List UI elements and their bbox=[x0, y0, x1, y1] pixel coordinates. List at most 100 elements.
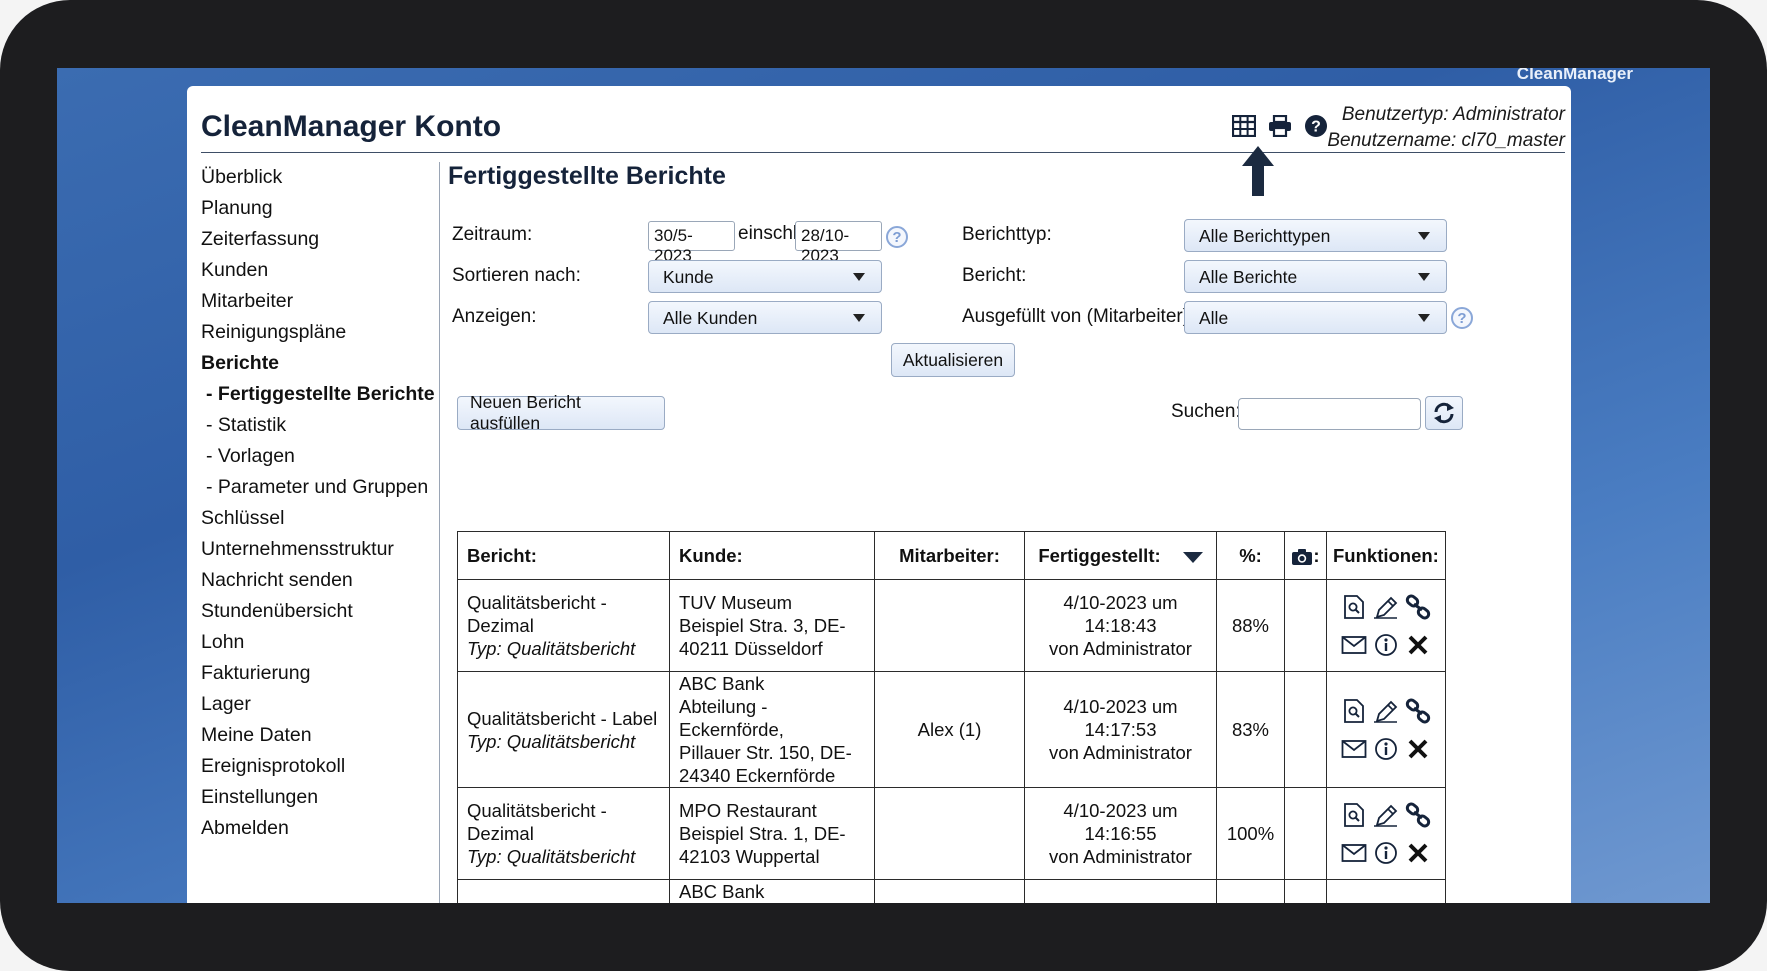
help-icon[interactable]: ? bbox=[1304, 114, 1328, 138]
filled-by-label: Ausgefüllt von (Mitarbeiter): bbox=[962, 306, 1195, 327]
refresh-icon bbox=[1434, 402, 1454, 424]
cell-functions bbox=[1326, 879, 1446, 903]
completed-date: 4/10-2023 um 14:16:55 bbox=[1063, 800, 1178, 844]
view-report-icon[interactable] bbox=[1338, 801, 1370, 829]
cell-completed: 4/10-2023 um 14:18:43 von Administrator bbox=[1024, 579, 1217, 672]
sidebar-item-reinigungsplaene[interactable]: Reinigungspläne bbox=[201, 317, 431, 348]
link-icon[interactable] bbox=[1402, 801, 1434, 829]
sidebar-item-lager[interactable]: Lager bbox=[201, 689, 431, 720]
link-icon[interactable] bbox=[1402, 593, 1434, 621]
col-header-photo[interactable]: : bbox=[1284, 531, 1327, 580]
table-row[interactable]: Qualitätsbericht - Label Typ: Qualitätsb… bbox=[457, 671, 1446, 788]
table-row[interactable]: Qualitätsbericht - Dezimal Typ: Qualität… bbox=[457, 579, 1446, 672]
table-row[interactable]: Qualitätsbericht - Label Typ: Qualitätsb… bbox=[457, 879, 1446, 903]
delete-icon[interactable] bbox=[1402, 735, 1434, 763]
sidebar-item-fertiggestellte-berichte[interactable]: - Fertiggestellte Berichte bbox=[201, 379, 435, 410]
sort-label: Sortieren nach: bbox=[452, 265, 581, 286]
chevron-down-icon bbox=[1418, 273, 1430, 281]
date-to-input[interactable]: 28/10-2023 bbox=[795, 221, 882, 265]
sidebar-item-ueberblick[interactable]: Überblick bbox=[201, 162, 431, 193]
sidebar-item-mitarbeiter[interactable]: Mitarbeiter bbox=[201, 286, 431, 317]
edit-pencil-icon[interactable] bbox=[1370, 593, 1402, 621]
app-title: CleanManager Konto bbox=[201, 110, 502, 143]
sidebar-item-statistik[interactable]: - Statistik bbox=[201, 410, 431, 441]
date-from-input[interactable]: 30/5-2023 bbox=[648, 221, 735, 265]
sidebar-item-stundenuebersicht[interactable]: Stundenübersicht bbox=[201, 596, 431, 627]
report-type: Typ: Qualitätsbericht bbox=[467, 846, 636, 867]
mail-icon[interactable] bbox=[1338, 735, 1370, 763]
mail-icon[interactable] bbox=[1338, 839, 1370, 867]
col-header-percent[interactable]: %: bbox=[1216, 531, 1285, 580]
report-name[interactable]: Qualitätsbericht - Dezimal bbox=[467, 591, 660, 637]
sidebar-item-vorlagen[interactable]: - Vorlagen bbox=[201, 441, 431, 472]
col-header-completed[interactable]: Fertiggestellt: bbox=[1024, 531, 1217, 580]
cell-customer: MPO Restaurant Beispiel Stra. 1, DE- 42103… bbox=[669, 787, 875, 880]
report-type: Typ: Qualitätsbericht bbox=[467, 638, 636, 659]
cell-photo bbox=[1284, 671, 1327, 788]
sidebar-item-berichte[interactable]: Berichte bbox=[201, 348, 431, 379]
link-icon[interactable] bbox=[1402, 697, 1434, 725]
zeitraum-help-icon[interactable]: ? bbox=[886, 226, 908, 248]
completed-date: 4/10-2023 um 14:17:53 bbox=[1063, 696, 1178, 740]
col-header-employee[interactable]: Mitarbeiter: bbox=[874, 531, 1025, 580]
delete-icon[interactable] bbox=[1402, 839, 1434, 867]
report-type-select[interactable]: Alle Berichttypen bbox=[1184, 219, 1447, 252]
filled-by-help-icon[interactable]: ? bbox=[1451, 307, 1473, 329]
report-label: Bericht: bbox=[962, 265, 1027, 286]
show-label: Anzeigen: bbox=[452, 306, 537, 327]
sidebar-item-abmelden[interactable]: Abmelden bbox=[201, 813, 431, 844]
update-button[interactable]: Aktualisieren bbox=[891, 343, 1015, 377]
search-input[interactable] bbox=[1238, 398, 1421, 430]
chevron-down-icon bbox=[1418, 232, 1430, 240]
chevron-down-icon bbox=[1418, 314, 1430, 322]
col-header-report[interactable]: Bericht: bbox=[457, 531, 670, 580]
sidebar-item-einstellungen[interactable]: Einstellungen bbox=[201, 782, 431, 813]
new-report-button[interactable]: Neuen Bericht ausfüllen bbox=[457, 392, 665, 433]
sidebar-item-nachricht-senden[interactable]: Nachricht senden bbox=[201, 565, 431, 596]
edit-pencil-icon[interactable] bbox=[1370, 801, 1402, 829]
table-icon[interactable] bbox=[1232, 114, 1256, 138]
sidebar-item-zeiterfassung[interactable]: Zeiterfassung bbox=[201, 224, 431, 255]
sidebar-divider bbox=[439, 162, 440, 903]
report-select[interactable]: Alle Berichte bbox=[1184, 260, 1447, 293]
sidebar-item-planung[interactable]: Planung bbox=[201, 193, 431, 224]
sidebar-item-ereignisprotokoll[interactable]: Ereignisprotokoll bbox=[201, 751, 431, 782]
mail-icon[interactable] bbox=[1338, 631, 1370, 659]
print-icon[interactable] bbox=[1268, 114, 1292, 138]
sidebar-item-lohn[interactable]: Lohn bbox=[201, 627, 431, 658]
sidebar-item-kunden[interactable]: Kunden bbox=[201, 255, 431, 286]
user-info: Benutzertyp: Administrator Benutzername:… bbox=[1327, 102, 1565, 154]
sidebar-item-meine-daten[interactable]: Meine Daten bbox=[201, 720, 431, 751]
sidebar-item-schluessel[interactable]: Schlüssel bbox=[201, 503, 431, 534]
cell-percent: 100% bbox=[1216, 787, 1285, 880]
refresh-button[interactable] bbox=[1425, 396, 1463, 430]
view-report-icon[interactable] bbox=[1338, 697, 1370, 725]
show-select[interactable]: Alle Kunden bbox=[648, 301, 882, 334]
chevron-down-icon bbox=[853, 314, 865, 322]
info-icon[interactable] bbox=[1370, 735, 1402, 763]
cell-photo bbox=[1284, 579, 1327, 672]
report-name[interactable]: Qualitätsbericht - Dezimal bbox=[467, 799, 660, 845]
col-header-customer[interactable]: Kunde: bbox=[669, 531, 875, 580]
sidebar-item-unternehmensstruktur[interactable]: Unternehmensstruktur bbox=[201, 534, 431, 565]
cell-functions bbox=[1326, 579, 1446, 672]
sort-select[interactable]: Kunde bbox=[648, 260, 882, 293]
sidebar-item-fakturierung[interactable]: Fakturierung bbox=[201, 658, 431, 689]
edit-pencil-icon[interactable] bbox=[1370, 697, 1402, 725]
report-name[interactable]: Qualitätsbericht - Label bbox=[467, 707, 660, 730]
report-type-label: Berichttyp: bbox=[962, 224, 1052, 245]
customer-line: Abteilung - Eckernförde, bbox=[679, 696, 784, 740]
cell-report: Qualitätsbericht - Dezimal Typ: Qualität… bbox=[457, 787, 670, 880]
cell-percent: 100% bbox=[1216, 879, 1285, 903]
info-icon[interactable] bbox=[1370, 631, 1402, 659]
table-row[interactable]: Qualitätsbericht - Dezimal Typ: Qualität… bbox=[457, 787, 1446, 880]
delete-icon[interactable] bbox=[1402, 631, 1434, 659]
info-icon[interactable] bbox=[1370, 839, 1402, 867]
cell-employee bbox=[874, 787, 1025, 880]
sort-desc-icon[interactable] bbox=[1182, 551, 1203, 563]
col-header-completed-label: Fertiggestellt: bbox=[1038, 545, 1161, 566]
cell-completed: 4/10-2023 um 14:17:53 von Administrator bbox=[1024, 671, 1217, 788]
view-report-icon[interactable] bbox=[1338, 593, 1370, 621]
sidebar-item-parameter-gruppen[interactable]: - Parameter und Gruppen bbox=[201, 472, 431, 503]
filled-by-select[interactable]: Alle bbox=[1184, 301, 1447, 334]
